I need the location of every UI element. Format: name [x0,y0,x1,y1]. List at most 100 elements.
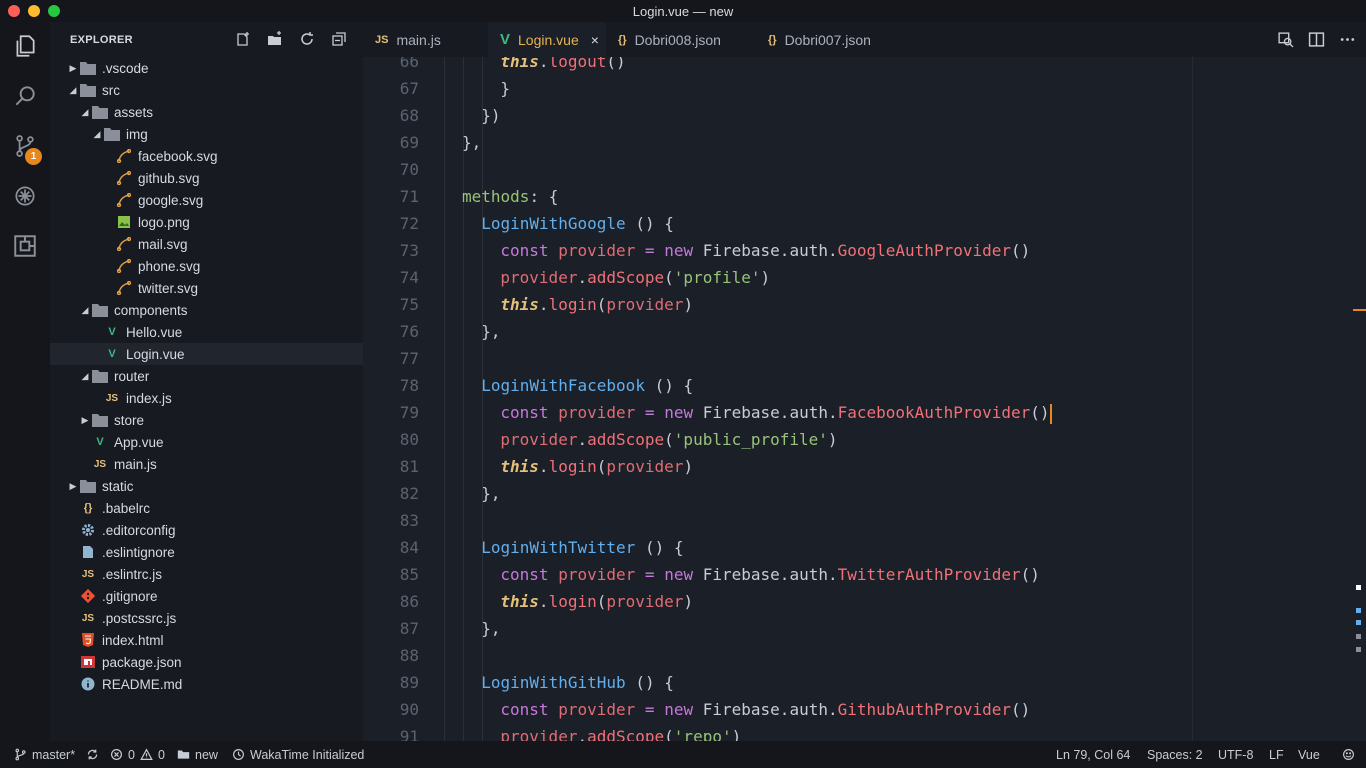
line-number: 67 [399,79,419,98]
more-actions-icon[interactable] [1339,31,1356,48]
tree-folder[interactable]: ◢ components [50,299,363,321]
code-token: }) [481,106,501,125]
tree-file[interactable]: index.html [50,629,363,651]
code-line: 82}, [363,480,1366,507]
editor-tab[interactable]: JS main.js [363,22,488,57]
tree-folder[interactable]: ◢ src [50,79,363,101]
branch-status[interactable]: master* [14,741,75,768]
new-file-icon[interactable] [235,31,251,47]
explorer-activity-button[interactable] [0,22,50,70]
code-editor[interactable]: 66 this.logout() 67} 68}) 69}, 70 71 methods: {… [363,57,1366,741]
tree-file[interactable]: phone.svg [50,255,363,277]
js-file-icon: JS [105,392,119,404]
tree-file[interactable]: google.svg [50,189,363,211]
sync-button[interactable] [86,741,99,768]
tree-folder[interactable]: ◢ router [50,365,363,387]
tree-item-label: github.svg [138,170,200,186]
feedback-button[interactable] [1342,741,1355,768]
debug-activity-button[interactable] [0,172,50,220]
tree-item-label: twitter.svg [138,280,199,296]
tree-file[interactable]: JS .eslintrc.js [50,563,363,585]
tree-file[interactable]: {} .babelrc [50,497,363,519]
maximize-window-button[interactable] [48,5,60,17]
tree-item-label: App.vue [114,434,164,450]
encoding-status[interactable]: UTF-8 [1218,741,1253,768]
tree-file[interactable]: github.svg [50,167,363,189]
indentation-status[interactable]: Spaces: 2 [1147,741,1203,768]
branch-name: master* [32,747,76,762]
close-tab-icon[interactable]: × [591,32,599,48]
code-token: . [538,592,549,611]
code-token: () [1011,241,1031,260]
code-token: login [548,295,597,314]
wakatime-status[interactable]: WakaTime Initialized [232,741,364,768]
cursor-position-status[interactable]: Ln 79, Col 64 [1056,741,1130,768]
code-token: addScope [587,430,665,449]
code-token: } [500,79,511,98]
chevron-down-icon: ◢ [81,370,89,381]
tree-file[interactable]: JS index.js [50,387,363,409]
code-line: 79 const provider = new Firebase.auth.Fac… [363,399,1366,426]
new-folder-icon[interactable] [267,31,283,47]
code-line: 70 [363,156,1366,183]
tree-file[interactable]: V App.vue [50,431,363,453]
explorer-sidebar: EXPLORER ▶ .vscode ◢ src ◢ assets ◢ img facebook… [50,22,363,741]
tree-file[interactable]: mail.svg [50,233,363,255]
editor-tab[interactable]: {} Dobri007.json [756,22,906,57]
js-file-icon: JS [93,458,107,470]
tree-folder[interactable]: ▶ static [50,475,363,497]
line-number: 89 [399,673,419,692]
tree-folder[interactable]: ▶ .vscode [50,57,363,79]
tree-file[interactable]: logo.png [50,211,363,233]
tree-file[interactable]: facebook.svg [50,145,363,167]
code-line: 89 LoginWithGitHub () { [363,669,1366,696]
scm-badge: 1 [25,148,42,165]
line-number: 76 [399,322,419,341]
eol-status[interactable]: LF [1269,741,1284,768]
tree-file[interactable]: .editorconfig [50,519,363,541]
tree-file[interactable]: README.md [50,673,363,695]
tree-file[interactable]: twitter.svg [50,277,363,299]
code-token: . [827,700,838,719]
tree-file[interactable]: JS .postcssrc.js [50,607,363,629]
code-text: } [500,75,510,102]
tree-folder[interactable]: ▶ store [50,409,363,431]
code-token: provider [558,403,636,422]
line-number: 71 [399,187,419,206]
line-number: 73 [399,241,419,260]
problems-status[interactable]: 0 0 [110,741,165,768]
minimize-window-button[interactable] [28,5,40,17]
close-window-button[interactable] [8,5,20,17]
tree-folder[interactable]: ◢ assets [50,101,363,123]
scm-activity-button[interactable]: 1 [0,122,50,170]
code-token: addScope [587,727,665,741]
code-line: 67} [363,75,1366,102]
search-activity-button[interactable] [0,72,50,120]
tree-file[interactable]: JS main.js [50,453,363,475]
tree-file[interactable]: .eslintignore [50,541,363,563]
tree-item-label: .vscode [102,60,149,76]
code-token: LoginWithTwitter [481,538,636,557]
open-changes-icon[interactable] [1277,31,1294,48]
language-status[interactable]: Vue [1298,741,1320,768]
tree-file[interactable]: V Hello.vue [50,321,363,343]
code-token: . [779,700,790,719]
tree-file[interactable]: package.json [50,651,363,673]
code-token: new [664,403,694,422]
tree-file[interactable]: .gitignore [50,585,363,607]
code-token: () [606,57,626,71]
split-editor-icon[interactable] [1308,31,1325,48]
tree-folder[interactable]: ◢ img [50,123,363,145]
workspace-folder-status[interactable]: new [177,741,218,768]
tree-file[interactable]: V Login.vue [50,343,363,365]
line-number: 68 [399,106,419,125]
editor-tab[interactable]: V Login.vue × [488,22,606,57]
editor-tab[interactable]: {} Dobri008.json [606,22,756,57]
explorer-header: EXPLORER [50,22,363,57]
extensions-activity-button[interactable] [0,222,50,270]
collapse-all-icon[interactable] [331,31,347,47]
refresh-icon[interactable] [299,31,315,47]
